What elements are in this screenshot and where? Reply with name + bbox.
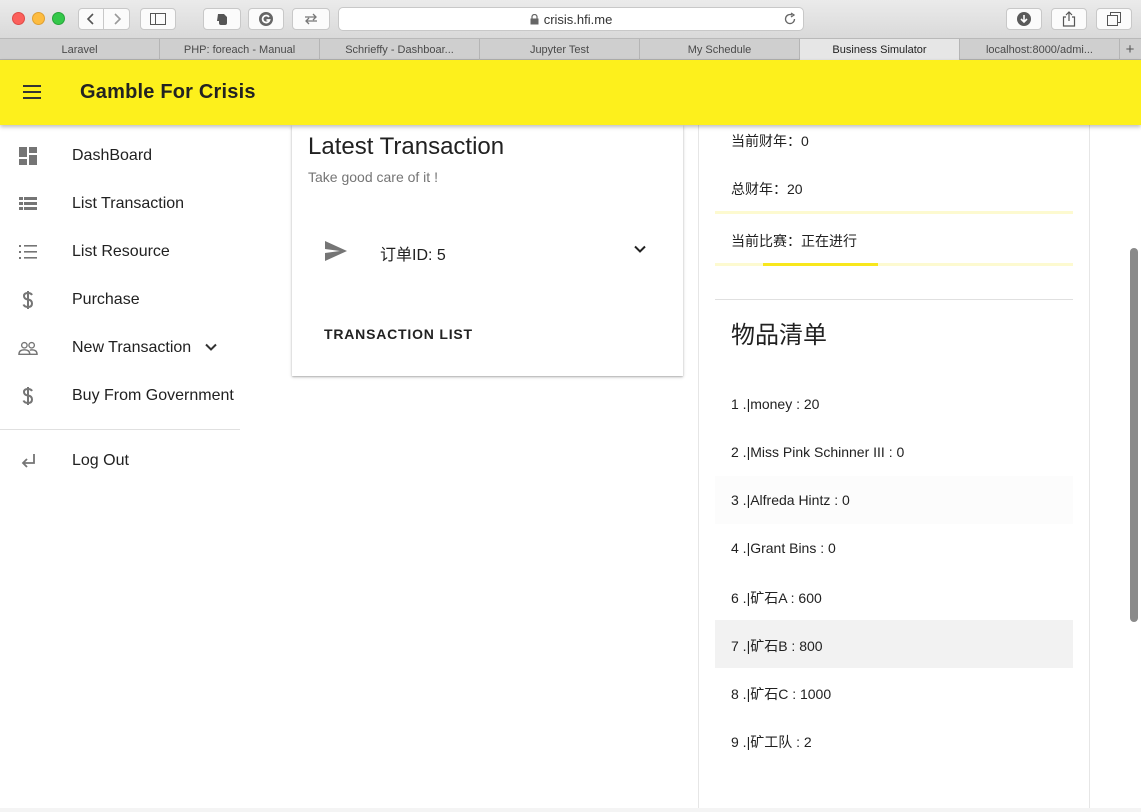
resource-item-text: 1 .|money : 20 <box>731 396 820 412</box>
status-separator <box>715 211 1073 214</box>
resource-item-text: 8 .|矿石C : 1000 <box>731 686 832 702</box>
format-list-numbered-icon <box>18 242 38 262</box>
app-header: Gamble For Crisis <box>0 60 1141 125</box>
sidebar-icon <box>150 13 166 25</box>
back-button[interactable] <box>78 8 104 30</box>
history-nav <box>78 8 130 30</box>
minimize-window-button[interactable] <box>32 12 45 25</box>
inventory-title: 物品清单 <box>731 322 827 349</box>
browser-tab[interactable]: Jupyter Test <box>480 39 640 60</box>
resource-item-text: 9 .|矿工队 : 2 <box>731 734 812 750</box>
browser-tab-active[interactable]: Business Simulator <box>800 39 960 60</box>
dashboard-icon <box>18 146 38 166</box>
resource-item-text: 7 .|矿石B : 800 <box>731 638 823 654</box>
total-years-text: 总财年：20 <box>731 181 803 197</box>
transaction-list-button[interactable]: TRANSACTION LIST <box>324 326 473 342</box>
send-icon <box>325 241 347 261</box>
sidebar-item-list-transaction[interactable]: List Transaction <box>0 180 240 228</box>
browser-tab[interactable]: Schrieffy - Dashboar... <box>320 39 480 60</box>
elephant-icon <box>217 14 227 25</box>
address-bar[interactable]: crisis.hfi.me <box>338 7 804 31</box>
match-progress-indicator <box>763 263 878 266</box>
match-progress-bar <box>715 263 1073 266</box>
chevron-left-icon <box>86 13 94 25</box>
browser-titlebar: crisis.hfi.me <box>0 0 1141 38</box>
sidebar: DashBoard List Transaction List Resource… <box>0 125 240 812</box>
menu-icon[interactable] <box>22 84 42 100</box>
list-item-hovered[interactable]: 7 .|矿石B : 800 <box>715 620 1073 668</box>
list-item[interactable]: 3 .|Alfreda Hintz : 0 <box>715 476 1073 524</box>
order-id-label: 订单ID: 5 <box>380 247 446 264</box>
resource-item-text: 4 .|Grant Bins : 0 <box>731 540 836 556</box>
sidebar-item-label: Buy From Government <box>72 387 234 404</box>
chevron-down-icon[interactable] <box>203 339 219 355</box>
people-icon <box>18 338 38 358</box>
game-status-panel: 当前财年：0 总财年：20 当前比赛：正在进行 物品清单 1 .|money :… <box>698 125 1090 812</box>
show-tabs-button[interactable] <box>1096 8 1132 30</box>
sidebar-item-new-transaction[interactable]: New Transaction <box>0 324 240 372</box>
list-item[interactable]: 1 .|money : 20 <box>715 380 1073 428</box>
sidebar-item-label: List Transaction <box>72 195 185 212</box>
fullscreen-window-button[interactable] <box>52 12 65 25</box>
page-scrollbar[interactable] <box>1130 248 1138 622</box>
sidebar-item-dashboard[interactable]: DashBoard <box>0 132 240 180</box>
list-item[interactable]: 6 .|矿石A : 600 <box>715 572 1073 620</box>
app-title: Gamble For Crisis <box>80 81 256 103</box>
transaction-expander[interactable]: 订单ID: 5 <box>308 227 668 275</box>
browser-tab[interactable]: localhost:8000/admi... <box>960 39 1120 60</box>
share-icon <box>1062 11 1076 27</box>
view-list-icon <box>18 194 38 214</box>
new-tab-button[interactable]: + <box>1120 39 1140 60</box>
browser-tab[interactable]: My Schedule <box>640 39 800 60</box>
sidebar-item-label: Log Out <box>72 452 129 469</box>
reload-icon[interactable] <box>783 12 797 26</box>
list-item[interactable]: 2 .|Miss Pink Schinner III : 0 <box>715 428 1073 476</box>
keyboard-return-icon <box>18 451 38 471</box>
url-text: crisis.hfi.me <box>543 11 613 27</box>
latest-transaction-card: Latest Transaction Take good care of it … <box>292 125 683 376</box>
list-item[interactable]: 8 .|矿石C : 1000 <box>715 668 1073 716</box>
panel-divider <box>715 299 1073 300</box>
resource-item-text: 2 .|Miss Pink Schinner III : 0 <box>731 444 905 460</box>
resource-item-text: 6 .|矿石A : 600 <box>731 590 822 606</box>
browser-tab[interactable]: PHP: foreach - Manual <box>160 39 320 60</box>
close-window-button[interactable] <box>12 12 25 25</box>
card-title: Latest Transaction <box>308 133 505 160</box>
tabs-overview-icon <box>1107 12 1121 26</box>
sidebar-item-purchase[interactable]: Purchase <box>0 276 240 324</box>
chevron-right-icon <box>113 13 121 25</box>
sidebar-item-label: DashBoard <box>72 147 153 164</box>
list-item[interactable]: 4 .|Grant Bins : 0 <box>715 524 1073 572</box>
sidebar-item-label: List Resource <box>72 243 170 260</box>
sidebar-item-log-out[interactable]: Log Out <box>0 437 240 485</box>
dollar-icon <box>18 386 38 406</box>
list-item[interactable]: 9 .|矿工队 : 2 <box>715 716 1073 764</box>
browser-tab[interactable]: Laravel <box>0 39 160 60</box>
window-bottom-edge <box>0 808 1141 812</box>
swap-arrows-icon <box>305 13 317 25</box>
sidebar-item-label: Purchase <box>72 291 140 308</box>
current-year-text: 当前财年：0 <box>731 133 809 149</box>
swap-extension-button[interactable] <box>292 8 330 30</box>
grammarly-extension-button[interactable] <box>248 8 284 30</box>
sidebar-item-buy-from-government[interactable]: Buy From Government <box>0 372 240 420</box>
dollar-icon <box>18 290 38 310</box>
sidebar-item-label: New Transaction <box>72 339 192 356</box>
sidebar-divider <box>0 429 240 430</box>
share-button[interactable] <box>1051 8 1087 30</box>
browser-tab-bar: Laravel PHP: foreach - Manual Schrieffy … <box>0 38 1141 60</box>
downloads-button[interactable] <box>1006 8 1042 30</box>
forward-button[interactable] <box>104 8 130 30</box>
match-status-text: 当前比赛：正在进行 <box>731 233 857 249</box>
resource-item-text: 3 .|Alfreda Hintz : 0 <box>731 492 850 508</box>
evernote-extension-button[interactable] <box>203 8 241 30</box>
chevron-down-icon[interactable] <box>632 241 648 257</box>
sidebar-item-list-resource[interactable]: List Resource <box>0 228 240 276</box>
g-logo-icon <box>259 12 273 26</box>
sidebar-toggle-button[interactable] <box>140 8 176 30</box>
download-icon <box>1017 12 1031 26</box>
card-subtitle: Take good care of it ! <box>308 169 438 185</box>
lock-icon <box>530 13 539 24</box>
